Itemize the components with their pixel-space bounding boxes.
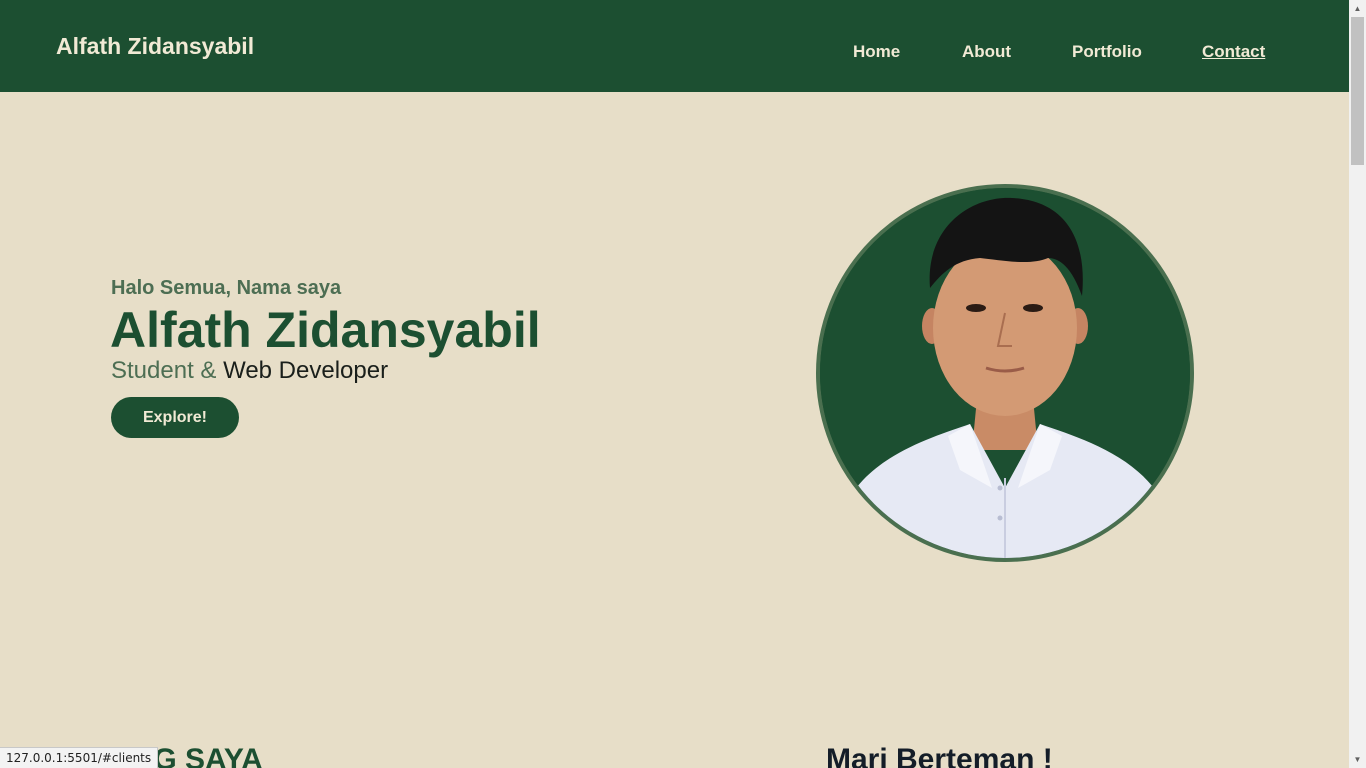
vertical-scrollbar[interactable]: ▲ ▼ — [1349, 0, 1366, 768]
hero-role: Student & Web Developer — [111, 357, 388, 385]
page: Alfath Zidansyabil Home About Portfolio … — [0, 0, 1366, 768]
hero-greeting: Halo Semua, Nama saya — [111, 277, 342, 299]
hero-role-developer: Web Developer — [223, 357, 389, 384]
profile-avatar — [816, 184, 1194, 562]
scroll-up-icon[interactable]: ▲ — [1349, 0, 1366, 17]
hero-role-student: Student & — [111, 357, 217, 384]
profile-photo — [820, 188, 1190, 558]
nav-link-home[interactable]: Home — [853, 42, 900, 62]
brand-logo[interactable]: Alfath Zidansyabil — [56, 32, 254, 60]
navbar: Alfath Zidansyabil Home About Portfolio … — [0, 0, 1349, 92]
nav-link-portfolio[interactable]: Portfolio — [1072, 42, 1142, 62]
explore-button[interactable]: Explore! — [111, 397, 239, 438]
nav-link-about[interactable]: About — [962, 42, 1011, 62]
status-bar-url: 127.0.0.1:5501/#clients — [0, 747, 159, 768]
contact-section-title: Mari Berteman ! — [826, 743, 1053, 768]
nav-link-contact[interactable]: Contact — [1202, 42, 1265, 62]
scrollbar-thumb[interactable] — [1351, 17, 1364, 165]
hero-name: Alfath Zidansyabil — [110, 302, 541, 358]
scroll-down-icon[interactable]: ▼ — [1349, 751, 1366, 768]
